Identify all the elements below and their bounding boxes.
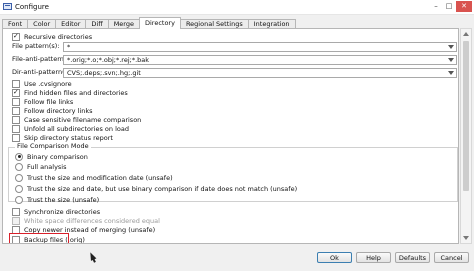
configure-dialog: Configure – □ ✕ Font Color Editor Diff M… (0, 0, 474, 271)
defaults-button[interactable]: Defaults (395, 252, 430, 263)
skip-status-report-option[interactable]: Skip directory status report (12, 133, 113, 142)
unfold-subdirectories-label: Unfold all subdirectories on load (24, 124, 129, 133)
mode-full-analysis-label: Full analysis (27, 162, 67, 171)
use-cvsignore-label: Use .cvsignore (24, 79, 72, 88)
dir-anti-pattern-combo[interactable]: CVS;.deps;.svn;.hg;.git (63, 68, 457, 78)
use-cvsignore-option[interactable]: Use .cvsignore (12, 79, 72, 88)
window-title: Configure (15, 3, 49, 11)
recursive-directories-checkbox[interactable] (12, 32, 20, 41)
unfold-subdirectories-checkbox[interactable] (12, 124, 20, 133)
synchronize-directories-option[interactable]: Synchronize directories (12, 207, 100, 216)
scroll-up-icon[interactable] (463, 32, 469, 36)
file-pattern-label: File pattern(s): (12, 42, 60, 50)
whitespace-equal-label: White space differences considered equal (24, 216, 160, 225)
skip-status-report-label: Skip directory status report (24, 133, 113, 142)
scrollbar-thumb[interactable] (463, 41, 469, 191)
tab-directory[interactable]: Directory (138, 17, 181, 29)
find-hidden-option[interactable]: Find hidden files and directories (12, 88, 128, 97)
app-icon (3, 3, 12, 10)
skip-status-report-checkbox[interactable] (12, 133, 20, 142)
follow-directory-links-option[interactable]: Follow directory links (12, 106, 92, 115)
case-sensitive-checkbox[interactable] (12, 115, 20, 124)
follow-directory-links-label: Follow directory links (24, 106, 93, 115)
maximize-icon[interactable]: □ (443, 1, 455, 12)
mode-size-label: Trust the size (unsafe) (27, 195, 100, 204)
cancel-button[interactable]: Cancel (434, 252, 469, 263)
file-pattern-combo[interactable]: * (63, 42, 457, 52)
scroll-down-icon[interactable] (463, 236, 469, 240)
whitespace-equal-option: White space differences considered equal (12, 216, 160, 225)
comparison-mode-title: File Comparison Mode (15, 142, 91, 151)
dir-anti-pattern-value: CVS;.deps;.svn;.hg;.git (67, 69, 141, 77)
case-sensitive-label: Case sensitive filename comparison (24, 115, 142, 124)
mode-size-date-label: Trust the size and modification date (un… (27, 173, 173, 182)
directory-panel: Recursive directories File pattern(s): *… (2, 28, 459, 244)
mode-full-analysis[interactable]: Full analysis (15, 162, 67, 171)
follow-file-links-option[interactable]: Follow file links (12, 97, 73, 106)
mode-size[interactable]: Trust the size (unsafe) (15, 195, 99, 204)
mode-size-date-binary-radio[interactable] (15, 184, 23, 193)
mode-full-analysis-radio[interactable] (15, 162, 23, 171)
synchronize-directories-label: Synchronize directories (24, 207, 101, 216)
ok-button[interactable]: Ok (317, 252, 352, 263)
use-cvsignore-checkbox[interactable] (12, 79, 20, 88)
mode-binary[interactable]: Binary comparison (15, 152, 88, 161)
mode-size-radio[interactable] (15, 195, 23, 204)
mode-size-date-binary-label: Trust the size and date, but use binary … (27, 184, 298, 193)
mode-size-date-binary[interactable]: Trust the size and date, but use binary … (15, 184, 297, 193)
chevron-down-icon[interactable] (448, 58, 454, 62)
file-anti-pattern-combo[interactable]: *.orig;*.o;*.obj;*.rej;*.bak (63, 55, 457, 65)
chevron-down-icon[interactable] (448, 71, 454, 75)
follow-directory-links-checkbox[interactable] (12, 106, 20, 115)
mouse-cursor-icon (87, 251, 97, 261)
file-anti-pattern-value: *.orig;*.o;*.obj;*.rej;*.bak (67, 56, 150, 64)
chevron-down-icon[interactable] (448, 45, 454, 49)
find-hidden-label: Find hidden files and directories (24, 88, 128, 97)
backup-files-highlight (9, 233, 69, 243)
recursive-directories-option[interactable]: Recursive directories (12, 32, 92, 41)
unfold-subdirectories-option[interactable]: Unfold all subdirectories on load (12, 124, 129, 133)
follow-file-links-label: Follow file links (24, 97, 74, 106)
mode-size-date[interactable]: Trust the size and modification date (un… (15, 173, 173, 182)
mode-size-date-radio[interactable] (15, 173, 23, 182)
tab-bar: Font Color Editor Diff Merge Directory R… (2, 17, 296, 29)
recursive-directories-label: Recursive directories (24, 32, 93, 41)
case-sensitive-option[interactable]: Case sensitive filename comparison (12, 115, 141, 124)
find-hidden-checkbox[interactable] (12, 88, 20, 97)
synchronize-directories-checkbox[interactable] (12, 207, 20, 216)
close-icon[interactable]: ✕ (456, 1, 472, 12)
whitespace-equal-checkbox (12, 216, 20, 225)
title-bar: Configure – □ ✕ (0, 0, 474, 15)
follow-file-links-checkbox[interactable] (12, 97, 20, 106)
minimize-icon[interactable]: – (430, 1, 442, 12)
mode-binary-radio[interactable] (15, 152, 23, 161)
help-button[interactable]: Help (356, 252, 391, 263)
mode-binary-label: Binary comparison (27, 152, 88, 161)
file-pattern-value: * (67, 43, 71, 51)
panel-scrollbar[interactable] (460, 28, 472, 244)
